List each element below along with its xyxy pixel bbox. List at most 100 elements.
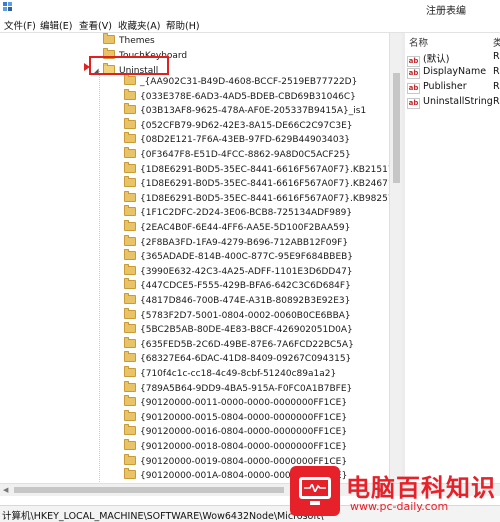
tree-item-label: {5BC2B5AB-80DE-4E83-B8CF-426902051D0A} [140,325,353,336]
registry-app-icon [3,2,12,11]
registry-tree[interactable]: Themes TouchKeyboard ◢ Uninstall _{AA902C31-… [0,33,402,483]
value-row[interactable]: ab UninstallString R [407,96,500,110]
tree-item[interactable]: {5BC2B5AB-80DE-4E83-B8CF-426902051D0A} [113,322,353,337]
tree-item[interactable]: {2EAC4B0F-6E44-4FF6-AA5E-5D100F2BAA59} [113,220,350,235]
folder-icon [124,132,136,144]
tree-item[interactable]: {2F8BA3FD-1FA9-4279-B696-712ABB12F09F} [113,234,349,250]
folder-icon [124,117,136,129]
values-header: 名称 类 [405,33,500,49]
tree-item[interactable]: {90120000-0016-0804-0000-0000000FF1CE} [113,424,348,439]
tree-item[interactable]: {1D8E6291-B0D5-35EC-8441-6616F567A0F7}.K… [113,176,402,191]
tree-item[interactable]: {68327E64-6DAC-41D8-8409-09267C094315} [113,351,352,366]
tree-item[interactable]: {635FED5B-2C6D-49BE-87E6-7A6FCD22BC5A} [113,336,354,352]
tree-item-label: {90120000-0011-0000-0000-0000000FF1CE} [140,398,348,409]
tree-item[interactable]: {447CDCE5-F555-429B-BFA6-642C3C6D684F} [113,278,351,293]
value-row[interactable]: ab (默认) R [407,51,500,67]
tree-item[interactable]: {052CFB79-9D62-42E3-8A15-DE66C2C97C3E} [113,117,353,133]
tree-scroll-thumb[interactable] [393,73,400,183]
tree-item[interactable]: {3990E632-42C3-4A25-ADFF-1101E3D6DD47} [113,263,353,279]
folder-icon [124,249,136,261]
tree-item-label: {2F8BA3FD-1FA9-4279-B696-712ABB12F09F} [140,237,349,248]
tree-vertical-scrollbar[interactable] [389,33,403,483]
folder-icon [124,205,136,217]
menu-favorites[interactable]: 收藏夹(A) [118,18,160,32]
tree-item-label: {1D8E6291-B0D5-35EC-8441-6616F567A0F7}.K… [140,179,402,190]
tree-item[interactable]: {4817D846-700B-474E-A31B-80892B3E92E3} [113,293,350,308]
tree-item[interactable]: {90120000-0018-0804-0000-0000000FF1CE} [113,439,347,454]
tree-item-label: {03B13AF8-9625-478A-AF0E-205337B9415A}_i… [140,106,367,117]
watermark: 电脑百科知识 www.pc-daily.com [290,466,500,516]
title-bar: 注册表编 [0,0,500,17]
value-name: DisplayName [423,66,487,77]
tree-item-label: {68327E64-6DAC-41D8-8409-09267C094315} [140,354,352,365]
value-type: R [493,96,500,107]
menu-view[interactable]: 查看(V) [79,18,112,32]
folder-icon [124,176,136,188]
tree-guide-line [99,71,100,483]
folder-icon [124,424,136,436]
values-list[interactable]: 名称 类 ab (默认) R ab DisplayName R ab Publishe… [405,33,500,483]
tree-item[interactable]: {90120000-0011-0000-0000-0000000FF1CE} [113,395,348,410]
tree-item-label: {789A5B64-9DD9-4BA5-915A-F0FC0A1B7BFE} [140,383,353,394]
string-value-icon: ab [407,98,420,109]
watermark-title: 电脑百科知识 [346,474,496,502]
folder-icon [124,161,136,173]
folder-icon [124,439,136,450]
tree-item-label: {90120000-0016-0804-0000-0000000FF1CE} [140,427,348,438]
value-name: (默认) [423,54,450,65]
folder-icon [124,147,136,158]
tree-item-label: _{AA902C31-B49D-4608-BCCF-2519EB77722D} [140,77,358,87]
tree-item[interactable]: {0F3647F8-E51D-4FCC-8862-9A8D0C5ACF25} [113,147,351,162]
tree-item-label: Themes [119,36,155,46]
tree-item[interactable]: {033E378E-6AD3-4AD5-BDEB-CBD69B31046C} [113,88,356,104]
tree-item-label: {1D8E6291-B0D5-35EC-8441-6616F567A0F7}.K… [140,164,402,175]
tree-item-label: {5783F2D7-5001-0804-0002-0060B0CE6BBA} [140,310,351,321]
scroll-left-icon[interactable]: ◀ [3,486,8,494]
folder-icon [124,263,136,275]
string-value-icon: ab [407,83,420,94]
column-header-type[interactable]: 类 [493,35,500,49]
tree-item[interactable]: Themes [92,33,155,48]
tree-item[interactable]: {1D8E6291-B0D5-35EC-8441-6616F567A0F7}.K… [113,190,399,206]
string-value-icon: ab [407,68,420,79]
horizontal-scroll-thumb[interactable] [14,487,284,493]
folder-icon [124,351,136,363]
tree-item[interactable]: {1D8E6291-B0D5-35EC-8441-6616F567A0F7}.K… [113,161,402,177]
menu-file[interactable]: 文件(F) [4,18,36,32]
tree-item-label: {3990E632-42C3-4A25-ADFF-1101E3D6DD47} [140,266,353,277]
tree-item-label: {365ADADE-814B-400C-877C-95E9F684BBEB} [140,252,354,263]
tree-item[interactable]: {90120000-0015-0804-0000-0000000FF1CE} [113,409,348,425]
value-row[interactable]: ab Publisher R [407,81,500,95]
tree-item[interactable]: {710f4c1c-cc18-4c49-8cbf-51240c89a1a2} [113,366,337,381]
tree-item-label: {710f4c1c-cc18-4c49-8cbf-51240c89a1a2} [140,369,337,379]
column-header-name[interactable]: 名称 [409,35,428,49]
menu-help[interactable]: 帮助(H) [166,18,200,32]
tree-item[interactable]: {365ADADE-814B-400C-877C-95E9F684BBEB} [113,249,354,264]
folder-icon [124,88,136,100]
tree-item-label: {0F3647F8-E51D-4FCC-8862-9A8D0C5ACF25} [140,150,351,160]
folder-icon [124,380,136,392]
tree-item[interactable]: {789A5B64-9DD9-4BA5-915A-F0FC0A1B7BFE} [113,380,353,396]
tree-item[interactable]: _{AA902C31-B49D-4608-BCCF-2519EB77722D} [113,74,358,89]
folder-icon [124,409,136,421]
folder-icon [124,336,136,348]
tree-item[interactable]: {5783F2D7-5001-0804-0002-0060B0CE6BBA} [113,307,351,323]
tree-item[interactable]: {08D2E121-7F6A-43EB-97FD-629B44903403} [113,132,351,147]
tree-item-label: {08D2E121-7F6A-43EB-97FD-629B44903403} [140,135,351,146]
folder-icon [124,395,136,407]
value-row[interactable]: ab DisplayName R [407,66,500,80]
tree-item[interactable]: {03B13AF8-9625-478A-AF0E-205337B9415A}_i… [113,103,367,118]
value-type: R [493,81,500,92]
tree-item-label: {90120000-0015-0804-0000-0000000FF1CE} [140,412,348,423]
value-name: UninstallString [423,96,493,107]
folder-icon [124,278,136,290]
menu-edit[interactable]: 编辑(E) [40,18,72,32]
tree-item-label: {033E378E-6AD3-4AD5-BDEB-CBD69B31046C} [140,91,356,102]
tree-item-label: {447CDCE5-F555-429B-BFA6-642C3C6D684F} [140,281,351,292]
folder-icon [124,74,136,85]
tree-item-label: {052CFB79-9D62-42E3-8A15-DE66C2C97C3E} [140,120,353,131]
folder-icon [103,33,115,44]
value-type: R [493,66,500,77]
folder-icon [124,234,136,246]
tree-item[interactable]: {1F1C2DFC-2D24-3E06-BCB8-725134ADF989} [113,205,352,220]
